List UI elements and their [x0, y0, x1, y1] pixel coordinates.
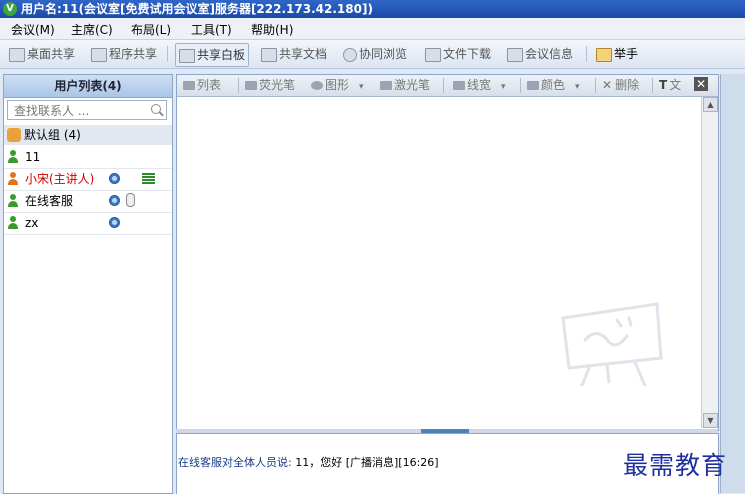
group-icon — [7, 128, 21, 142]
user-row[interactable]: 在线客服 — [4, 190, 172, 213]
menu-bar: 会议(M) 主席(C) 布局(L) 工具(T) 帮助(H) — [0, 18, 745, 40]
brand-watermark: 最需教育 — [623, 451, 728, 480]
app-logo-icon: V — [3, 2, 17, 16]
right-side-panel — [720, 74, 745, 493]
pen-icon — [380, 81, 392, 90]
user-icon — [7, 194, 19, 207]
whiteboard-toolbar: 列表 荧光笔 图形 ▾ 激光笔 线宽 ▾ 颜色 ▾ ✕ 删除 T文 ✕ — [177, 75, 718, 97]
chevron-down-icon[interactable]: ▾ — [575, 82, 580, 92]
co-browse-button[interactable]: 协同浏览 — [343, 43, 407, 65]
window-title: 用户名:11(会议室[免费试用会议室]服务器[222.173.42.180]) — [21, 2, 373, 16]
camera-icon[interactable] — [109, 173, 120, 184]
hand-icon — [596, 47, 612, 62]
menu-chair[interactable]: 主席(C) — [71, 21, 113, 38]
printer-icon — [91, 47, 107, 62]
scroll-down-icon[interactable]: ▼ — [703, 413, 718, 428]
whiteboard-scrollbar[interactable]: ▲ ▼ — [701, 97, 718, 428]
user-row[interactable]: 小宋(主讲人) — [4, 168, 172, 191]
desktop-share-button[interactable]: 桌面共享 — [9, 43, 75, 65]
chat-sender: 在线客服对全体人员说: — [178, 456, 296, 469]
pen-icon — [245, 81, 257, 90]
color-button[interactable]: 颜色 ▾ — [527, 77, 580, 93]
download-icon — [425, 47, 441, 62]
globe-icon — [343, 47, 357, 62]
user-name: 11 — [25, 150, 41, 164]
whiteboard-panel: 列表 荧光笔 图形 ▾ 激光笔 线宽 ▾ 颜色 ▾ ✕ 删除 T文 ✕ ▲ ▼ — [176, 74, 719, 431]
file-download-button[interactable]: 文件下载 — [425, 43, 491, 65]
group-label: 默认组 (4) — [24, 128, 81, 142]
microphone-icon[interactable] — [126, 193, 135, 207]
whiteboard-canvas[interactable] — [177, 97, 702, 427]
camera-icon[interactable] — [109, 217, 120, 228]
chevron-down-icon[interactable]: ▾ — [359, 82, 364, 92]
document-icon — [261, 47, 277, 62]
monitor-icon — [9, 47, 25, 62]
line-width-button[interactable]: 线宽 ▾ — [453, 77, 506, 93]
laser-pointer-button[interactable]: 激光笔 — [380, 77, 430, 93]
highlighter-tool-button[interactable]: 荧光笔 — [245, 77, 295, 93]
meeting-info-button[interactable]: 会议信息 — [507, 43, 573, 65]
chat-message: 在线客服对全体人员说: 11，您好 [广播消息][16:26] — [178, 454, 439, 470]
whiteboard-icon — [179, 48, 195, 63]
main-toolbar: 桌面共享 程序共享 共享白板 共享文档 协同浏览 文件下载 会议信息 举手 — [0, 40, 745, 69]
line-width-icon — [453, 81, 465, 90]
chevron-down-icon[interactable]: ▾ — [501, 82, 506, 92]
contact-search-input[interactable] — [12, 102, 146, 120]
toolbar-divider — [586, 46, 587, 62]
camera-icon[interactable] — [109, 195, 120, 206]
close-icon[interactable]: ✕ — [694, 77, 708, 91]
chat-text: 11，您好 — [295, 456, 343, 469]
user-name: 在线客服 — [25, 194, 74, 208]
delete-button[interactable]: ✕ 删除 — [602, 77, 639, 93]
user-name: 小宋(主讲人) — [25, 172, 95, 186]
text-tool-button[interactable]: T文 — [659, 77, 681, 93]
user-icon — [7, 216, 19, 229]
text-t-icon: T — [659, 78, 668, 92]
contact-search-box[interactable] — [7, 100, 167, 120]
toolbar-divider — [595, 78, 596, 93]
user-name: zx — [25, 216, 39, 230]
toolbar-divider — [520, 78, 521, 93]
group-default[interactable]: 默认组 (4) — [4, 125, 172, 145]
speaking-icon — [142, 173, 155, 184]
user-row[interactable]: 11 — [4, 146, 172, 169]
menu-meeting[interactable]: 会议(M) — [11, 21, 55, 38]
shape-tool-button[interactable]: 图形 ▾ — [311, 77, 364, 93]
toolbar-divider — [652, 78, 653, 93]
delete-x-icon: ✕ — [602, 78, 613, 92]
ellipse-icon — [311, 81, 323, 90]
title-bar: V 用户名:11(会议室[免费试用会议室]服务器[222.173.42.180]… — [0, 0, 745, 18]
search-icon[interactable] — [151, 104, 161, 114]
palette-icon — [527, 81, 539, 90]
toolbar-divider — [167, 46, 168, 62]
toolbar-divider — [443, 78, 444, 93]
document-share-button[interactable]: 共享文档 — [261, 43, 327, 65]
user-row[interactable]: zx — [4, 212, 172, 235]
presenter-icon — [7, 172, 19, 185]
chat-tag: [广播消息][16:26] — [342, 456, 439, 469]
user-list-panel: 用户列表(4) 默认组 (4) 11 小宋(主讲人) 在线客服 zx — [3, 74, 173, 494]
calendar-icon — [507, 47, 523, 62]
whiteboard-share-button[interactable]: 共享白板 — [175, 43, 250, 67]
whiteboard-watermark-icon — [561, 302, 663, 386]
menu-tools[interactable]: 工具(T) — [191, 21, 232, 38]
user-icon — [7, 150, 19, 163]
list-tool-button[interactable]: 列表 — [183, 77, 221, 93]
folder-icon — [183, 81, 195, 90]
program-share-button[interactable]: 程序共享 — [91, 43, 157, 65]
toolbar-divider — [238, 78, 239, 93]
menu-help[interactable]: 帮助(H) — [251, 21, 293, 38]
scroll-up-icon[interactable]: ▲ — [703, 97, 718, 112]
raise-hand-button[interactable]: 举手 — [596, 43, 638, 65]
menu-layout[interactable]: 布局(L) — [131, 21, 171, 38]
user-list-title: 用户列表(4) — [4, 75, 172, 98]
